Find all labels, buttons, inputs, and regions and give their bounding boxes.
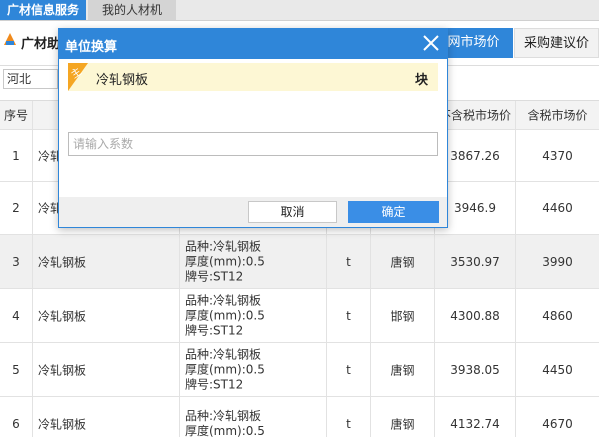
cell-name: 冷轧钢板 — [33, 289, 180, 342]
table-row[interactable]: 5 冷轧钢板 品种:冷轧钢板 厚度(mm):0.5 牌号:ST12 t 唐钢 3938.05 4… — [0, 343, 599, 397]
cell-spec: 品种:冷轧钢板 厚度(mm):0.5 牌号:ST12 — [180, 343, 327, 396]
cell-brand: 唐钢 — [371, 235, 435, 288]
spec-line: 牌号:ST12 — [185, 377, 244, 391]
cell-brand: 邯钢 — [371, 289, 435, 342]
top-tab-bar: 广材信息服务 我的人材机 — [0, 0, 599, 21]
cell-inc-tax: 4860 — [542, 308, 573, 323]
dialog-title: 单位换算 — [65, 40, 118, 55]
spec-line: 牌号:ST12 — [185, 269, 244, 283]
close-icon[interactable] — [421, 33, 441, 53]
spec-line: 厚度(mm):0.5 — [185, 362, 265, 376]
cell-ex-tax: 4132.74 — [435, 397, 516, 437]
cell-no: 5 — [0, 343, 33, 396]
spec-line: 品种:冷轧钢板 — [185, 347, 262, 361]
cell-name: 冷轧钢板 — [33, 397, 180, 437]
cell-spec: 品种:冷轧钢板 厚度(mm):0.5 牌号:ST12 — [180, 289, 327, 342]
spec-line: 厚度(mm):0.5 — [185, 423, 265, 437]
cell-unit: t — [327, 235, 371, 288]
cell-unit: t — [327, 289, 371, 342]
tab-my-materials[interactable]: 我的人材机 — [88, 0, 176, 20]
main-unit-flag-icon: 主 — [68, 63, 88, 91]
coefficient-input[interactable] — [68, 132, 438, 156]
product-unit: 块 — [414, 73, 428, 88]
cell-inc-tax: 4670 — [542, 416, 573, 431]
table-row[interactable]: 3 冷轧钢板 品种:冷轧钢板 厚度(mm):0.5 牌号:ST12 t 唐钢 3530.97 3… — [0, 235, 599, 289]
product-info-bar: 主 冷轧钢板 块 — [68, 63, 438, 91]
cell-inc-tax: 4460 — [542, 201, 573, 215]
cell-ex-tax: 4300.88 — [435, 289, 516, 342]
cell-unit: t — [327, 397, 371, 437]
region-select[interactable]: 河北 — [3, 69, 58, 89]
cell-ex-tax: 3530.97 — [435, 235, 516, 288]
cell-spec: 品种:冷轧钢板 厚度(mm):0.5 — [180, 397, 327, 437]
tab-purchase-suggested-price[interactable]: 采购建议价 — [514, 28, 599, 58]
app-title: 广材助 — [21, 37, 61, 52]
cell-brand: 唐钢 — [371, 397, 435, 437]
cell-ex-tax: 3938.05 — [435, 343, 516, 396]
cell-no: 1 — [0, 130, 33, 181]
product-name: 冷轧钢板 — [96, 73, 149, 88]
header-inc-tax-price: 含税市场价 — [527, 108, 588, 123]
dialog-footer: 取消 确定 — [59, 197, 447, 227]
cell-inc-tax: 3990 — [542, 254, 573, 269]
spec-line: 厚度(mm):0.5 — [185, 254, 265, 268]
cell-inc-tax: 4370 — [542, 148, 573, 163]
unit-conversion-dialog: 单位换算 主 冷轧钢板 块 取消 确定 — [58, 28, 448, 228]
spec-line: 品种:冷轧钢板 — [185, 239, 262, 253]
spec-line: 厚度(mm):0.5 — [185, 308, 265, 322]
cell-inc-tax: 4450 — [542, 362, 573, 377]
tab-guangcai-info-service[interactable]: 广材信息服务 — [0, 0, 86, 20]
cell-no: 2 — [0, 182, 33, 234]
table-row[interactable]: 6 冷轧钢板 品种:冷轧钢板 厚度(mm):0.5 t 唐钢 4132.74 4670 — [0, 397, 599, 437]
cell-spec: 品种:冷轧钢板 厚度(mm):0.5 牌号:ST12 — [180, 235, 327, 288]
spec-line: 品种:冷轧钢板 — [185, 293, 262, 307]
cell-brand: 唐钢 — [371, 343, 435, 396]
app-logo-icon — [3, 32, 17, 46]
cell-name: 冷轧钢板 — [33, 343, 180, 396]
cell-unit: t — [327, 343, 371, 396]
dialog-header: 单位换算 — [59, 29, 447, 59]
cell-no: 6 — [0, 397, 33, 437]
spec-line: 牌号:ST12 — [185, 323, 244, 337]
confirm-button[interactable]: 确定 — [348, 201, 439, 223]
cell-no: 4 — [0, 289, 33, 342]
spec-line: 品种:冷轧钢板 — [185, 408, 262, 423]
cancel-button[interactable]: 取消 — [248, 201, 337, 223]
cell-name: 冷轧钢板 — [33, 235, 180, 288]
header-no: 序号 — [0, 101, 33, 129]
table-row[interactable]: 4 冷轧钢板 品种:冷轧钢板 厚度(mm):0.5 牌号:ST12 t 邯钢 4300.88 4… — [0, 289, 599, 343]
cell-no: 3 — [0, 235, 33, 288]
